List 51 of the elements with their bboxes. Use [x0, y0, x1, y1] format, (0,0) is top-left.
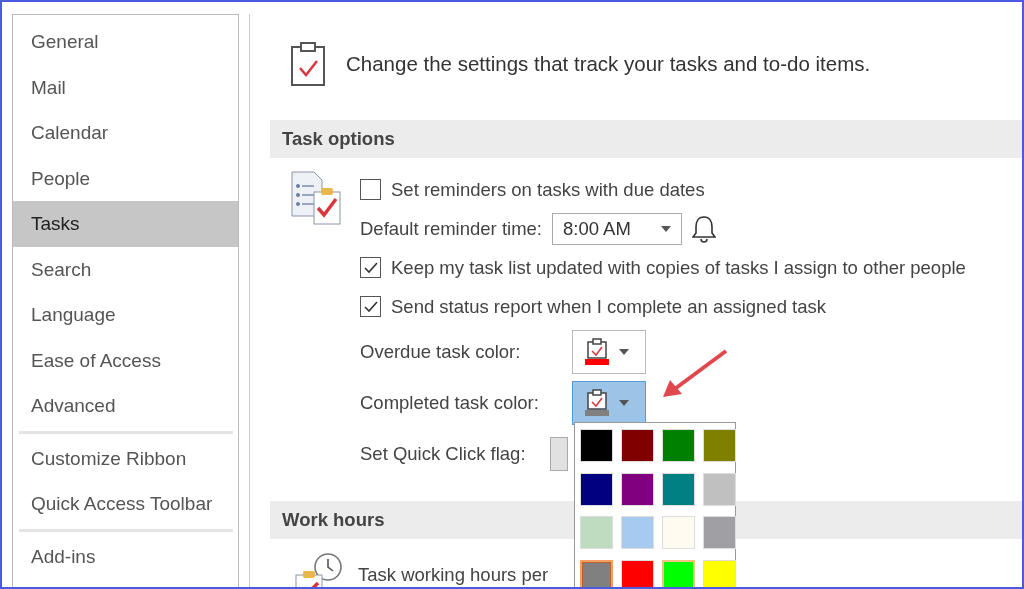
- color-swatch[interactable]: [703, 559, 736, 587]
- color-swatch[interactable]: [621, 429, 654, 462]
- field-label: Overdue task color:: [360, 340, 522, 363]
- checkbox-label: Keep my task list updated with copies of tasks I assign to other people: [391, 256, 966, 279]
- pointer-arrow: [660, 348, 730, 400]
- field-label: Task working hours per: [358, 564, 549, 586]
- color-swatch[interactable]: [580, 516, 613, 549]
- sidebar-item[interactable]: Mail: [13, 64, 238, 110]
- color-swatch[interactable]: [580, 472, 613, 506]
- checkbox[interactable]: [360, 179, 381, 200]
- color-swatch[interactable]: [703, 516, 736, 549]
- sidebar-item[interactable]: People: [13, 155, 238, 201]
- time-dropdown[interactable]: 8:00 AM: [552, 212, 682, 245]
- color-swatch[interactable]: [703, 429, 736, 462]
- sidebar-item[interactable]: Add-ins: [13, 533, 238, 579]
- sidebar-item[interactable]: Quick Access Toolbar: [13, 481, 238, 527]
- page-description: Change the settings that track your tasks and to-do items.: [346, 52, 871, 76]
- clipboard-icon: [290, 41, 326, 87]
- checkbox-label: Send status report when I complete an assigned task: [391, 295, 826, 318]
- color-swatch[interactable]: [662, 516, 695, 549]
- clipboard-icon: [587, 338, 607, 359]
- color-swatch[interactable]: [621, 559, 654, 587]
- color-swatch[interactable]: [621, 516, 654, 549]
- sidebar-item[interactable]: Advanced: [13, 383, 238, 429]
- task-list-icon: [290, 170, 344, 228]
- sidebar-item[interactable]: Calendar: [13, 110, 238, 156]
- clipboard-icon: [587, 389, 607, 410]
- color-picker-button[interactable]: [572, 329, 646, 374]
- field-label: Default reminder time:: [360, 217, 542, 240]
- sidebar-item[interactable]: Customize Ribbon: [13, 435, 238, 481]
- field-label: Set Quick Click flag:: [360, 442, 527, 465]
- quick-click-button[interactable]: [550, 436, 568, 471]
- color-swatch[interactable]: [662, 472, 695, 506]
- checkbox[interactable]: [360, 257, 381, 278]
- color-swatch[interactable]: [662, 559, 695, 587]
- field-label: Completed task color:: [360, 391, 540, 414]
- sidebar-item[interactable]: Search: [13, 246, 238, 292]
- bell-icon: [692, 214, 716, 243]
- color-swatch[interactable]: [580, 429, 613, 462]
- color-swatch[interactable]: [703, 472, 736, 506]
- checkbox-label: Set reminders on tasks with due dates: [391, 178, 705, 201]
- sidebar-item[interactable]: Language: [13, 292, 238, 338]
- color-swatch[interactable]: [621, 472, 654, 506]
- color-swatch[interactable]: [662, 429, 695, 462]
- color-picker-button[interactable]: [572, 380, 646, 425]
- color-swatch[interactable]: [580, 559, 613, 587]
- sidebar-item[interactable]: Tasks: [13, 201, 238, 247]
- checkbox[interactable]: [360, 296, 381, 317]
- sidebar-item[interactable]: Ease of Access: [13, 337, 238, 383]
- section-header: Task options: [270, 120, 1022, 158]
- sidebar-item[interactable]: General: [13, 19, 238, 65]
